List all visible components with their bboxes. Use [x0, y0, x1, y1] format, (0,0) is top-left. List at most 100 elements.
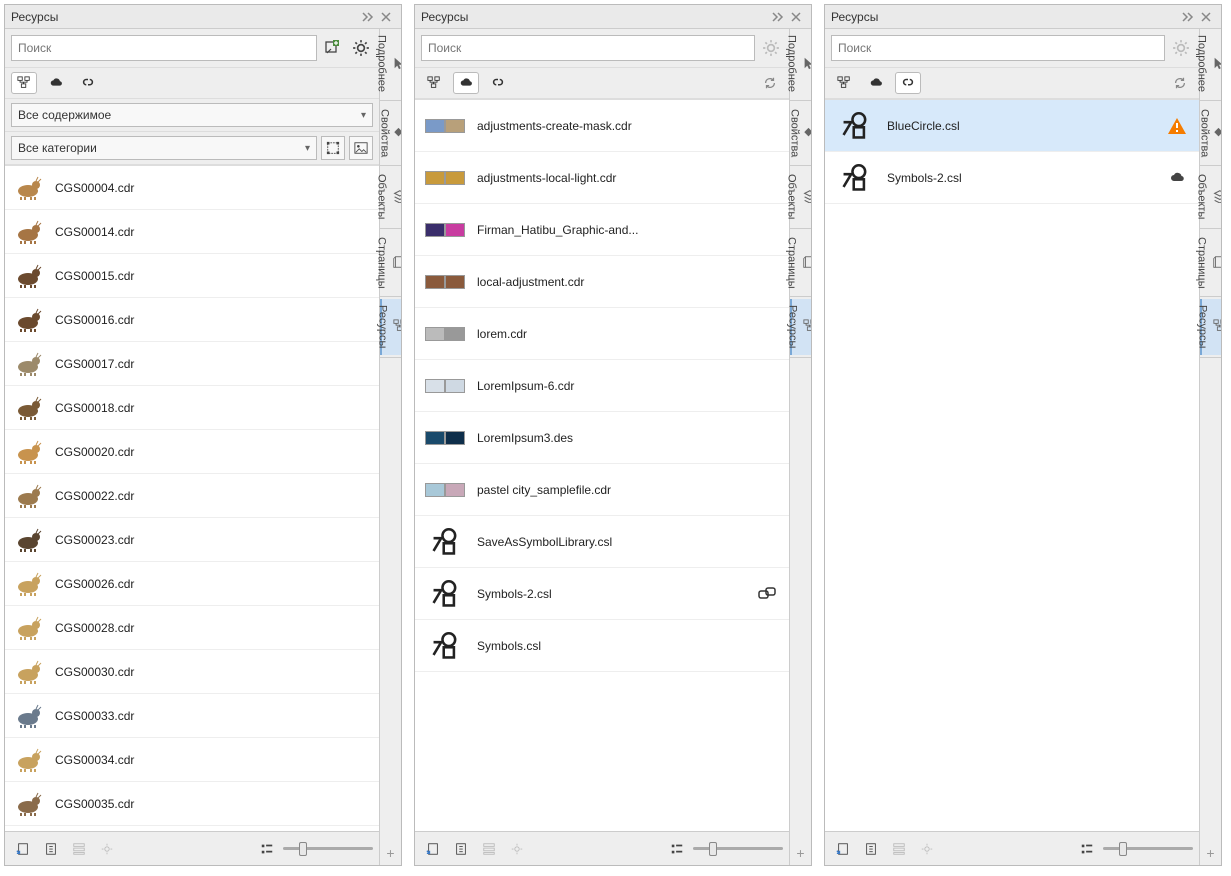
- close-icon[interactable]: [1197, 8, 1215, 26]
- properties-button[interactable]: [887, 837, 911, 861]
- thumbnail-zoom-slider[interactable]: [693, 847, 783, 850]
- asset-list[interactable]: adjustments-create-mask.cdr adjustments-…: [415, 99, 789, 831]
- properties-button[interactable]: [67, 837, 91, 861]
- rail-tab-pages[interactable]: Страницы: [790, 231, 811, 295]
- asset-item[interactable]: CGS00004.cdr: [5, 166, 379, 210]
- rail-tab-props[interactable]: ◆ Свойства: [790, 103, 811, 163]
- search-input[interactable]: [421, 35, 755, 61]
- source-row: [415, 68, 789, 99]
- settings-gear-icon[interactable]: [349, 36, 373, 60]
- rail-tab-assets[interactable]: Ресурсы: [790, 299, 811, 354]
- rail-tab-pages[interactable]: Страницы: [380, 231, 401, 295]
- refresh-button[interactable]: [757, 72, 783, 94]
- asset-item[interactable]: CGS00022.cdr: [5, 474, 379, 518]
- import-button[interactable]: [421, 837, 445, 861]
- import-button[interactable]: [831, 837, 855, 861]
- options-gear-icon[interactable]: [95, 837, 119, 861]
- asset-item[interactable]: adjustments-create-mask.cdr: [415, 100, 789, 152]
- asset-item[interactable]: LoremIpsum-6.cdr: [415, 360, 789, 412]
- close-icon[interactable]: [787, 8, 805, 26]
- source-local-button[interactable]: [831, 72, 857, 94]
- asset-item[interactable]: Symbols-2.csl: [825, 152, 1199, 204]
- options-gear-icon[interactable]: [505, 837, 529, 861]
- refresh-button[interactable]: [1167, 72, 1193, 94]
- asset-item[interactable]: Symbols-2.csl: [415, 568, 789, 620]
- asset-list[interactable]: BlueCircle.csl Symbols-2.csl: [825, 99, 1199, 831]
- asset-item[interactable]: CGS00035.cdr: [5, 782, 379, 826]
- source-cloud-button[interactable]: [43, 72, 69, 94]
- rail-tab-props[interactable]: ◆ Свойства: [1200, 103, 1221, 163]
- thumbnail-zoom-slider[interactable]: [283, 847, 373, 850]
- list-view-toggle[interactable]: [1075, 837, 1099, 861]
- rail-tab-objects[interactable]: Объекты: [380, 168, 401, 225]
- properties-button[interactable]: [477, 837, 501, 861]
- source-linked-button[interactable]: [485, 72, 511, 94]
- settings-gear-icon[interactable]: [1169, 36, 1193, 60]
- rail-tab-props[interactable]: ◆ Свойства: [380, 103, 401, 163]
- asset-thumbnail: [13, 745, 45, 775]
- open-button[interactable]: [449, 837, 473, 861]
- asset-item[interactable]: CGS00030.cdr: [5, 650, 379, 694]
- rail-tab-assets[interactable]: Ресурсы: [1200, 299, 1221, 354]
- source-local-button[interactable]: [421, 72, 447, 94]
- asset-item[interactable]: CGS00033.cdr: [5, 694, 379, 738]
- asset-item[interactable]: CGS00034.cdr: [5, 738, 379, 782]
- category-filter-select[interactable]: Все категории: [11, 136, 317, 160]
- content-filter-row: Все содержимое: [5, 99, 379, 132]
- asset-label: CGS00026.cdr: [55, 577, 333, 591]
- asset-item[interactable]: CGS00015.cdr: [5, 254, 379, 298]
- rail-tab-info[interactable]: Подробнее: [380, 29, 401, 98]
- rail-tab-objects[interactable]: Объекты: [790, 168, 811, 225]
- add-asset-button[interactable]: [321, 36, 345, 60]
- source-linked-button[interactable]: [895, 72, 921, 94]
- panel-header: Ресурсы: [5, 5, 401, 29]
- asset-item[interactable]: CGS00017.cdr: [5, 342, 379, 386]
- asset-item[interactable]: local-adjustment.cdr: [415, 256, 789, 308]
- asset-item[interactable]: CGS00020.cdr: [5, 430, 379, 474]
- import-button[interactable]: [11, 837, 35, 861]
- search-input[interactable]: [831, 35, 1165, 61]
- close-icon[interactable]: [377, 8, 395, 26]
- add-docker-button[interactable]: +: [790, 841, 811, 865]
- asset-item[interactable]: Firman_Hatibu_Graphic-and...: [415, 204, 789, 256]
- source-linked-button[interactable]: [75, 72, 101, 94]
- options-gear-icon[interactable]: [915, 837, 939, 861]
- add-docker-button[interactable]: +: [380, 841, 401, 865]
- collapse-icon[interactable]: [769, 8, 787, 26]
- asset-item[interactable]: CGS00026.cdr: [5, 562, 379, 606]
- asset-item[interactable]: CGS00014.cdr: [5, 210, 379, 254]
- asset-item[interactable]: Symbols.csl: [415, 620, 789, 672]
- rail-tab-assets[interactable]: Ресурсы: [380, 299, 401, 354]
- asset-list[interactable]: CGS00004.cdr CGS00014.cdr CGS00015.cdr: [5, 165, 379, 831]
- rail-tab-info[interactable]: Подробнее: [790, 29, 811, 98]
- open-button[interactable]: [859, 837, 883, 861]
- asset-item[interactable]: adjustments-local-light.cdr: [415, 152, 789, 204]
- asset-item[interactable]: CGS00028.cdr: [5, 606, 379, 650]
- thumbnail-zoom-slider[interactable]: [1103, 847, 1193, 850]
- settings-gear-icon[interactable]: [759, 36, 783, 60]
- content-filter-select[interactable]: Все содержимое: [11, 103, 373, 127]
- asset-item[interactable]: lorem.cdr: [415, 308, 789, 360]
- open-button[interactable]: [39, 837, 63, 861]
- asset-item[interactable]: SaveAsSymbolLibrary.csl: [415, 516, 789, 568]
- asset-item[interactable]: CGS00018.cdr: [5, 386, 379, 430]
- list-view-toggle[interactable]: [665, 837, 689, 861]
- source-cloud-button[interactable]: [863, 72, 889, 94]
- bounding-box-toggle[interactable]: [321, 136, 345, 160]
- asset-item[interactable]: pastel city_samplefile.cdr: [415, 464, 789, 516]
- collapse-icon[interactable]: [1179, 8, 1197, 26]
- collapse-icon[interactable]: [359, 8, 377, 26]
- rail-tab-info[interactable]: Подробнее: [1200, 29, 1221, 98]
- search-input[interactable]: [11, 35, 317, 61]
- asset-item[interactable]: LoremIpsum3.des: [415, 412, 789, 464]
- add-docker-button[interactable]: +: [1200, 841, 1221, 865]
- source-cloud-button[interactable]: [453, 72, 479, 94]
- asset-item[interactable]: CGS00016.cdr: [5, 298, 379, 342]
- source-local-button[interactable]: [11, 72, 37, 94]
- asset-item[interactable]: BlueCircle.csl: [825, 100, 1199, 152]
- rail-tab-objects[interactable]: Объекты: [1200, 168, 1221, 225]
- image-preview-toggle[interactable]: [349, 136, 373, 160]
- asset-item[interactable]: CGS00023.cdr: [5, 518, 379, 562]
- list-view-toggle[interactable]: [255, 837, 279, 861]
- rail-tab-pages[interactable]: Страницы: [1200, 231, 1221, 295]
